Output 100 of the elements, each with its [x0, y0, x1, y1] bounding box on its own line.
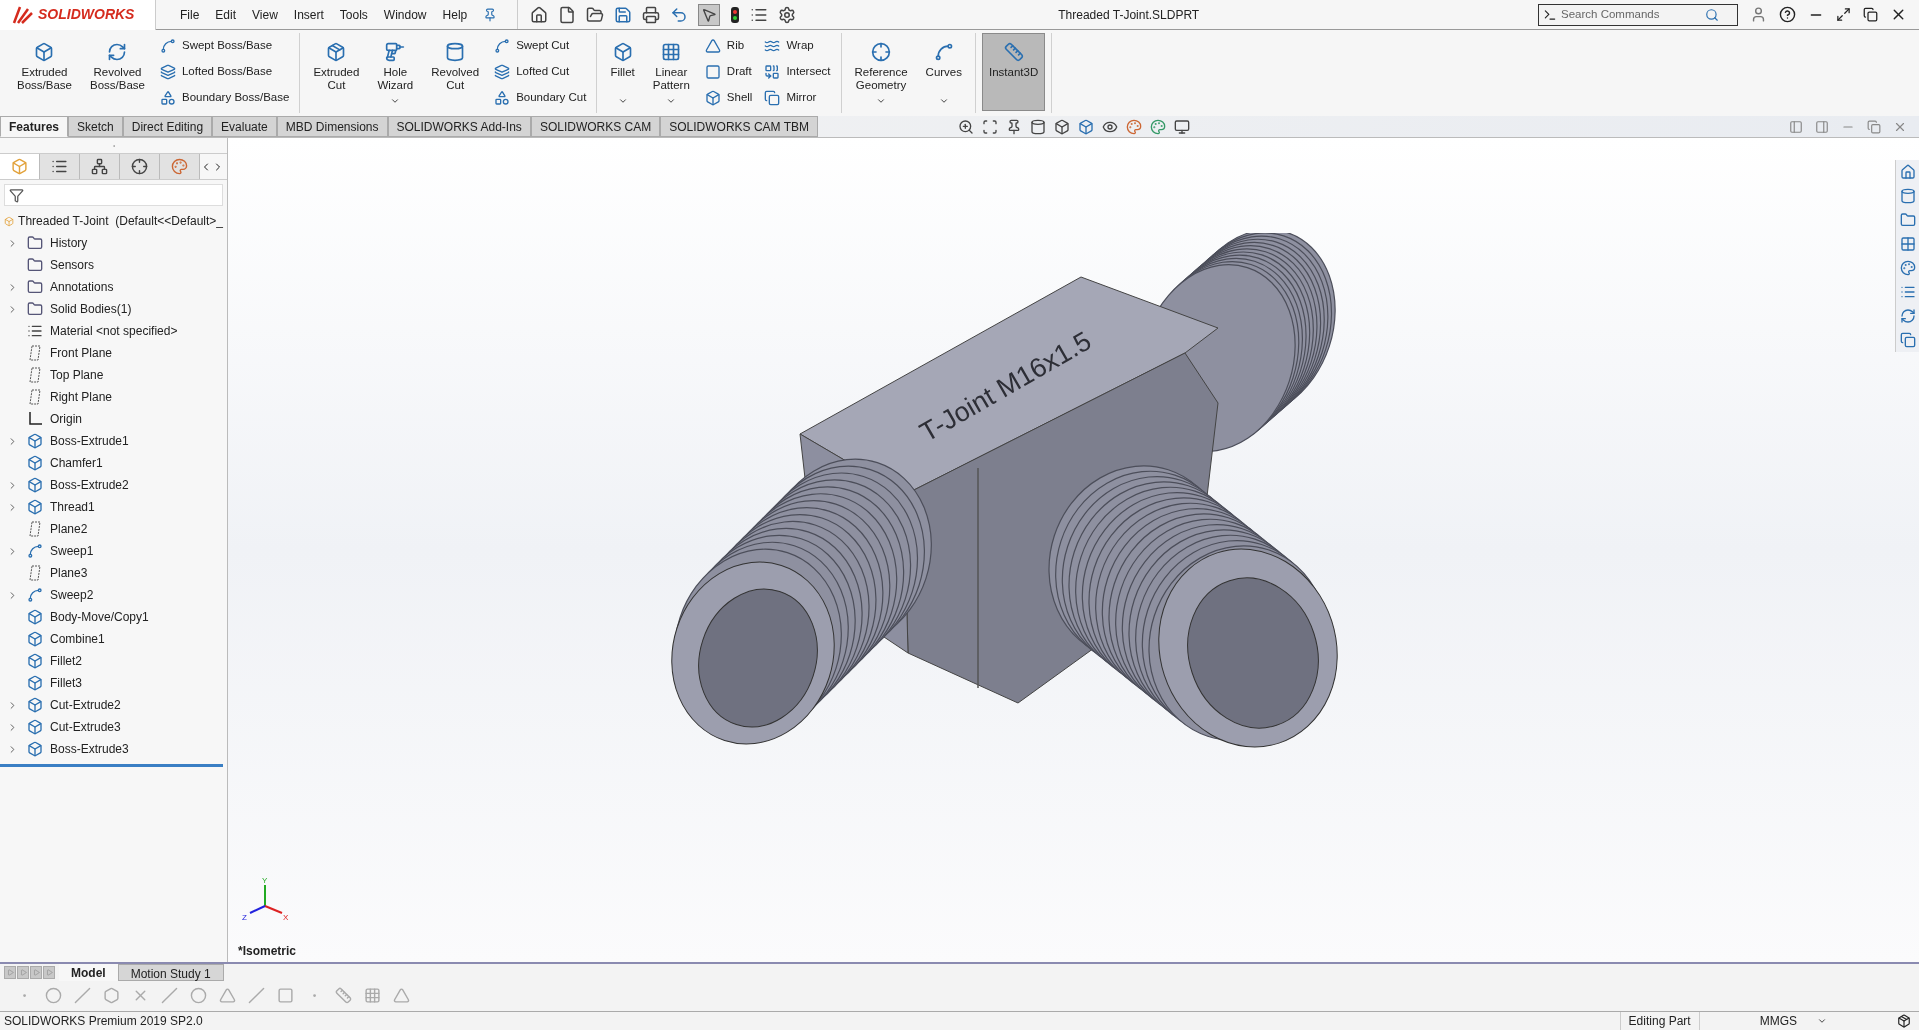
nav-arrow-button[interactable]	[4, 965, 16, 979]
tree-item[interactable]: Cut-Extrude2	[0, 694, 227, 716]
tree-item[interactable]: Sweep1	[0, 540, 227, 562]
traffic-light-icon[interactable]	[730, 5, 741, 24]
fit-icon[interactable]	[1836, 7, 1851, 22]
home-icon[interactable]	[1899, 164, 1916, 180]
ribbon-button[interactable]: Swept Boss/Base	[159, 37, 290, 55]
monitor-icon[interactable]	[1174, 118, 1191, 135]
tree-item[interactable]: Boss-Extrude2	[0, 474, 227, 496]
pin-icon[interactable]	[483, 7, 498, 22]
tree-item[interactable]: Front Plane	[0, 342, 227, 364]
tree-item[interactable]: Boss-Extrude3	[0, 738, 227, 760]
menu-item[interactable]: Tools	[339, 5, 368, 24]
panel-right-icon[interactable]	[1815, 119, 1829, 134]
triangle-icon[interactable]	[393, 987, 410, 1004]
ribbon-button[interactable]: Fillet	[603, 33, 642, 111]
caret-icon[interactable]	[1817, 1016, 1827, 1026]
tree-item[interactable]: Cut-Extrude3	[0, 716, 227, 738]
tree-item[interactable]: Plane3	[0, 562, 227, 584]
nav-arrow-button[interactable]	[30, 965, 42, 979]
ribbon-button[interactable]: Rib	[704, 37, 753, 55]
tree-item[interactable]: Fillet3	[0, 672, 227, 694]
panel-tab[interactable]	[40, 154, 80, 179]
ribbon-button[interactable]: Extruded Boss/Base	[10, 33, 79, 111]
panel-left-icon[interactable]	[1789, 119, 1803, 134]
select-tool-button[interactable]	[698, 3, 721, 26]
copy-icon[interactable]	[1899, 332, 1916, 348]
menu-item[interactable]: Help	[442, 5, 468, 24]
nav-arrow-button[interactable]	[43, 965, 55, 979]
line-icon[interactable]	[248, 987, 265, 1004]
ribbon-button[interactable]: Revolved Cut	[424, 33, 487, 111]
command-tab[interactable]: SOLIDWORKS CAM TBM	[660, 116, 819, 137]
palette-icon[interactable]	[1126, 118, 1143, 135]
palette-icon[interactable]	[1899, 260, 1916, 276]
ribbon-button[interactable]: Draft	[704, 63, 753, 81]
panel-tab[interactable]	[120, 154, 160, 179]
undo-icon[interactable]	[670, 5, 689, 24]
status-units[interactable]: MMGS	[1759, 1012, 1797, 1030]
square-icon[interactable]	[277, 987, 294, 1004]
palette-icon[interactable]	[1150, 118, 1167, 135]
circle-icon[interactable]	[45, 987, 62, 1004]
ribbon-button[interactable]: Hole Wizard	[370, 33, 421, 111]
tree-item[interactable]: Chamfer1	[0, 452, 227, 474]
settings-icon[interactable]	[778, 5, 797, 24]
tree-item[interactable]: Fillet2	[0, 650, 227, 672]
command-tab[interactable]: Direct Editing	[122, 116, 213, 137]
tree-item[interactable]: Right Plane	[0, 386, 227, 408]
new-file-icon[interactable]	[558, 5, 577, 24]
command-tab[interactable]: SOLIDWORKS CAM	[530, 116, 661, 137]
ribbon-button[interactable]: Linear Pattern	[645, 33, 697, 111]
bottom-tab[interactable]: Model	[59, 963, 118, 981]
tree-item[interactable]: Origin	[0, 408, 227, 430]
triangle-icon[interactable]	[219, 987, 236, 1004]
grid-icon[interactable]	[1899, 236, 1916, 252]
ribbon-button[interactable]: Wrap	[764, 37, 831, 55]
circle-icon[interactable]	[190, 987, 207, 1004]
panel-tab[interactable]	[80, 154, 120, 179]
bottom-tab[interactable]: Motion Study 1	[117, 963, 224, 981]
ribbon-button[interactable]: Boundary Boss/Base	[159, 89, 290, 107]
help-icon[interactable]	[1779, 6, 1796, 23]
circular-arrows-icon[interactable]	[1899, 308, 1916, 324]
ribbon-button[interactable]: Mirror	[764, 89, 831, 107]
ribbon-button[interactable]: Curves	[918, 33, 969, 111]
zoom-area-icon[interactable]	[982, 118, 999, 135]
tree-item[interactable]: Top Plane	[0, 364, 227, 386]
ribbon-button[interactable]: Instant3D	[982, 33, 1046, 111]
command-tab[interactable]: MBD Dimensions	[276, 116, 388, 137]
cylinder-icon[interactable]	[1030, 118, 1047, 135]
command-tab[interactable]: Features	[0, 116, 69, 137]
cube-icon[interactable]	[1078, 118, 1095, 135]
ruler-icon[interactable]	[335, 987, 352, 1004]
ribbon-button[interactable]: Shell	[704, 89, 753, 107]
tree-root-label[interactable]: Threaded T-Joint (Default<<Default>_	[18, 212, 223, 230]
cylinder-icon[interactable]	[1899, 188, 1916, 204]
filter-icon[interactable]	[9, 187, 24, 203]
tree-item[interactable]: Sensors	[0, 254, 227, 276]
ribbon-button[interactable]: Lofted Boss/Base	[159, 63, 290, 81]
tree-item[interactable]: Material <not specified>	[0, 320, 227, 342]
ribbon-button[interactable]: Revolved Boss/Base	[83, 33, 152, 111]
user-icon[interactable]	[1750, 6, 1767, 23]
search-commands-field[interactable]: Search Commands	[1561, 5, 1701, 24]
restore-icon[interactable]	[1863, 7, 1878, 22]
tree-item[interactable]: Combine1	[0, 628, 227, 650]
app-logo[interactable]: SOLIDWORKS	[0, 0, 156, 30]
ribbon-button[interactable]: Lofted Cut	[494, 63, 587, 81]
menu-item[interactable]: File	[180, 5, 200, 24]
search-box[interactable]: Search Commands	[1538, 3, 1738, 26]
tree-item[interactable]: Plane2	[0, 518, 227, 540]
package-icon[interactable]	[1897, 1014, 1911, 1028]
command-tab[interactable]: Evaluate	[212, 116, 277, 137]
line-icon[interactable]	[161, 987, 178, 1004]
menu-item[interactable]: View	[252, 5, 278, 24]
tree-item[interactable]: Annotations	[0, 276, 227, 298]
command-tab[interactable]: SOLIDWORKS Add-Ins	[387, 116, 531, 137]
cube-icon[interactable]	[1054, 118, 1071, 135]
tree-item[interactable]: Boss-Extrude1	[0, 430, 227, 452]
ribbon-button[interactable]: Extruded Cut	[306, 33, 367, 111]
command-tab[interactable]: Sketch	[68, 116, 123, 137]
tree-item[interactable]: Solid Bodies(1)	[0, 298, 227, 320]
ribbon-button[interactable]: Reference Geometry	[847, 33, 915, 111]
